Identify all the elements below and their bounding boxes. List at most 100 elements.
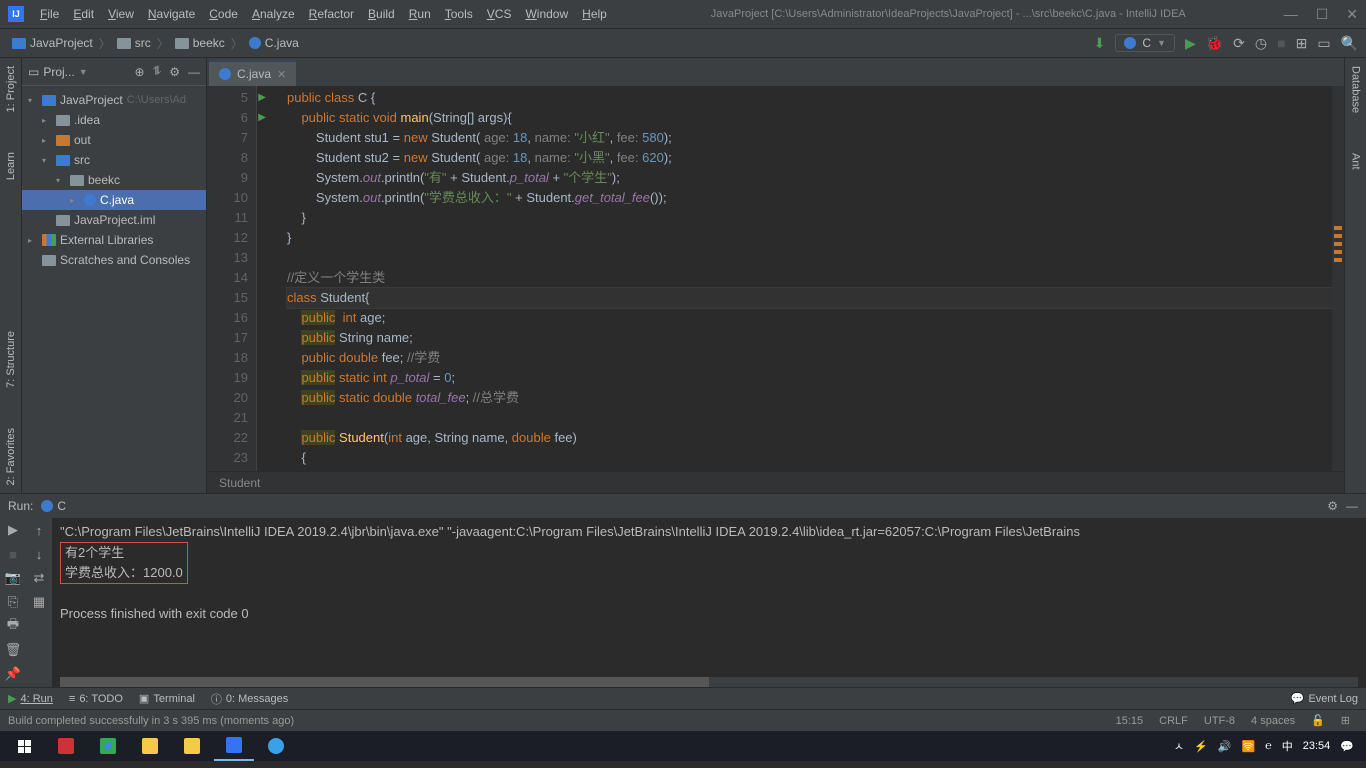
editor-breadcrumb[interactable]: Student xyxy=(207,471,1344,493)
maximize-button[interactable]: ☐ xyxy=(1316,6,1329,23)
search-everywhere-button[interactable]: 🔍 xyxy=(1341,35,1358,52)
menu-vcs[interactable]: VCS xyxy=(481,4,518,24)
tool-tab-favorites[interactable]: 2: Favorites xyxy=(5,428,17,485)
minimize-button[interactable]: — xyxy=(1284,6,1298,23)
wrap-toggle[interactable]: ⇄ xyxy=(26,566,52,590)
tab-eventlog[interactable]: 💬 Event Log xyxy=(1291,692,1358,705)
project-tree[interactable]: ▾JavaProject C:\Users\Ad▸.idea▸out▾src▾b… xyxy=(22,86,206,274)
tree-item[interactable]: ▸External Libraries xyxy=(22,230,206,250)
menu-help[interactable]: Help xyxy=(576,4,613,24)
menu-run[interactable]: Run xyxy=(403,4,437,24)
task-explorer2[interactable] xyxy=(172,731,212,761)
gear-icon[interactable]: ⚙ xyxy=(169,65,180,79)
lock-icon[interactable]: 🔓 xyxy=(1303,714,1333,727)
memory-indicator[interactable]: ⊞ xyxy=(1333,714,1358,727)
tray-app-icon[interactable]: ℮ xyxy=(1265,740,1272,752)
tree-item[interactable]: ▸C.java xyxy=(22,190,206,210)
task-intellij[interactable] xyxy=(214,731,254,761)
tab-todo[interactable]: ≡ 6: TODO xyxy=(69,693,123,705)
caret-position[interactable]: 15:15 xyxy=(1108,715,1152,727)
stop-run-button[interactable]: ■ xyxy=(0,542,26,566)
rerun-button[interactable]: ▶ xyxy=(0,518,26,542)
scroll-from-source-icon[interactable]: ⊕ xyxy=(134,65,144,79)
indent-info[interactable]: 4 spaces xyxy=(1243,715,1303,727)
task-explorer[interactable] xyxy=(130,731,170,761)
tab-run[interactable]: ▶ 4: Run xyxy=(8,692,53,705)
task-icon[interactable] xyxy=(46,731,86,761)
layout-button[interactable]: ▦ xyxy=(26,590,52,614)
tray-ime[interactable]: 中 xyxy=(1282,738,1293,754)
task-chrome[interactable] xyxy=(88,731,128,761)
menu-tools[interactable]: Tools xyxy=(439,4,479,24)
file-encoding[interactable]: UTF-8 xyxy=(1196,715,1243,727)
breadcrumb-item[interactable]: C.java xyxy=(245,36,303,50)
breadcrumb-item[interactable]: JavaProject xyxy=(8,36,97,50)
print-button[interactable]: 🖶 xyxy=(0,614,26,638)
editor-tab[interactable]: C.java ✕ xyxy=(209,60,296,86)
menu-refactor[interactable]: Refactor xyxy=(303,4,360,24)
menu-file[interactable]: File xyxy=(34,4,65,24)
tree-item[interactable]: JavaProject.iml xyxy=(22,210,206,230)
menu-window[interactable]: Window xyxy=(519,4,574,24)
horizontal-scrollbar[interactable] xyxy=(60,677,1358,687)
step-down-icon[interactable]: ↓ xyxy=(26,542,52,566)
run-config-selector[interactable]: C ▼ xyxy=(1115,34,1175,52)
gear-icon[interactable]: ⚙ xyxy=(1327,499,1338,513)
start-button[interactable] xyxy=(4,731,44,761)
breadcrumb-item[interactable]: src xyxy=(113,36,155,50)
tool-tab-learn[interactable]: Learn xyxy=(5,152,17,180)
step-up-icon[interactable]: ↑ xyxy=(26,518,52,542)
profile-button[interactable]: ◷ xyxy=(1255,35,1267,52)
expand-all-icon[interactable]: ⥮ xyxy=(153,64,162,79)
pin-button[interactable]: 📌 xyxy=(0,662,26,686)
editor-code[interactable]: public class C { public static void main… xyxy=(257,86,1332,471)
menu-navigate[interactable]: Navigate xyxy=(142,4,201,24)
tree-item[interactable]: ▾src xyxy=(22,150,206,170)
error-stripe[interactable] xyxy=(1332,86,1344,471)
stop-button[interactable]: ■ xyxy=(1277,35,1285,51)
editor-gutter[interactable]: 5▶6▶7891011121314151617181920212223 xyxy=(207,86,257,471)
menu-build[interactable]: Build xyxy=(362,4,401,24)
update-button[interactable]: ⊞ xyxy=(1296,35,1308,52)
exit-button[interactable]: ⎘ xyxy=(0,590,26,614)
tray-network-icon[interactable]: 🛜 xyxy=(1241,740,1255,753)
tab-terminal[interactable]: ▣ Terminal xyxy=(139,692,195,705)
tool-tab-structure[interactable]: 7: Structure xyxy=(5,331,17,388)
tree-item[interactable]: ▾beekc xyxy=(22,170,206,190)
system-tray[interactable]: ㅅ ⚡ 🔊 🛜 ℮ 中 23:54 💬 xyxy=(1174,738,1362,754)
dump-button[interactable]: 📷 xyxy=(0,566,26,590)
tree-item[interactable]: Scratches and Consoles xyxy=(22,250,206,270)
run-button[interactable]: ▶ xyxy=(1185,35,1196,52)
menu-code[interactable]: Code xyxy=(203,4,244,24)
tray-clock[interactable]: 23:54 xyxy=(1303,740,1331,752)
hide-button[interactable]: — xyxy=(1346,499,1358,513)
breadcrumb-item[interactable]: beekc xyxy=(171,36,229,50)
tray-volume-icon[interactable]: 🔊 xyxy=(1218,740,1232,753)
coverage-button[interactable]: ⟳ xyxy=(1233,35,1245,52)
tab-messages[interactable]: ⓘ 0: Messages xyxy=(211,691,288,707)
tool-tab-project[interactable]: 1: Project xyxy=(5,66,17,112)
build-button[interactable]: ⬇ xyxy=(1094,35,1106,52)
structure-button[interactable]: ▭ xyxy=(1317,35,1330,52)
menu-edit[interactable]: Edit xyxy=(67,4,100,24)
task-app[interactable] xyxy=(256,731,296,761)
project-pane-title[interactable]: ▭ Proj... ▼ xyxy=(28,65,126,79)
debug-button[interactable]: 🐞 xyxy=(1206,35,1223,52)
hide-button[interactable]: — xyxy=(188,65,200,79)
tree-item[interactable]: ▸.idea xyxy=(22,110,206,130)
tray-power-icon[interactable]: ⚡ xyxy=(1194,740,1208,753)
close-tab-icon[interactable]: ✕ xyxy=(277,68,286,81)
tray-chevron-icon[interactable]: ㅅ xyxy=(1174,738,1184,754)
run-pane-config[interactable]: C xyxy=(41,499,66,513)
line-separator[interactable]: CRLF xyxy=(1151,715,1196,727)
tool-tab-database[interactable]: Database xyxy=(1350,66,1362,113)
close-button[interactable]: ✕ xyxy=(1346,6,1358,23)
tree-item[interactable]: ▾JavaProject C:\Users\Ad xyxy=(22,90,206,110)
tree-item[interactable]: ▸out xyxy=(22,130,206,150)
editor-body[interactable]: 5▶6▶7891011121314151617181920212223 publ… xyxy=(207,86,1344,471)
trash-button[interactable]: 🗑 xyxy=(0,638,26,662)
menu-analyze[interactable]: Analyze xyxy=(246,4,301,24)
run-console[interactable]: "C:\Program Files\JetBrains\IntelliJ IDE… xyxy=(52,518,1366,687)
menu-view[interactable]: View xyxy=(102,4,140,24)
tool-tab-ant[interactable]: Ant xyxy=(1350,153,1362,170)
